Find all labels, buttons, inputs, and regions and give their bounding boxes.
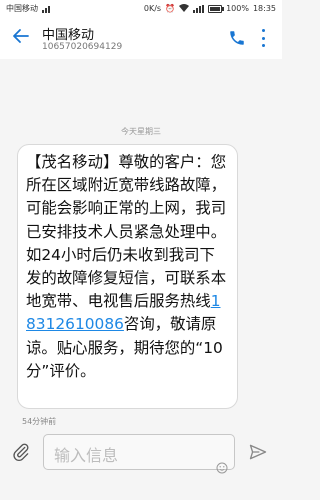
input-placeholder-wrap: 输入信息 <box>54 442 118 466</box>
wifi-icon <box>179 3 190 14</box>
send-icon <box>249 444 267 460</box>
phone-icon <box>230 31 244 45</box>
alarm-icon: ⏰ <box>165 4 176 13</box>
emoji-button[interactable] <box>216 459 228 474</box>
date-divider: 今天星期三 <box>121 127 161 136</box>
signal-icon <box>42 5 50 13</box>
message-bubble[interactable]: 【茂名移动】尊敬的客户：您所在区域附近宽带线路故障，可能会影响正常的上网，我司已… <box>17 144 238 409</box>
compose-bar: 输入信息 <box>0 428 282 500</box>
call-button[interactable] <box>228 29 246 47</box>
send-button[interactable] <box>248 442 268 462</box>
message-input[interactable]: 输入信息 <box>43 434 235 474</box>
paperclip-icon <box>13 443 29 462</box>
more-vertical-icon <box>261 29 265 32</box>
battery-fill <box>210 6 221 11</box>
status-left: 中国移动 <box>6 3 50 14</box>
message-time: 54分钟前 <box>22 417 57 426</box>
net-speed-label: 0K/s <box>143 4 162 13</box>
battery-percent: 100% <box>226 4 249 13</box>
status-right: 0K/s ⏰ 100% 18:35 <box>143 3 276 14</box>
back-button[interactable] <box>10 27 32 49</box>
message-text-part-1: 【茂名移动】尊敬的客户：您所在区域附近宽带线路故障，可能会影响正常的上网，我司已… <box>26 153 227 311</box>
battery-icon <box>208 4 225 13</box>
clock: 18:35 <box>252 4 276 13</box>
emoji-icon <box>216 462 228 474</box>
contact-name: 中国移动 <box>42 28 95 43</box>
status-bar: 中国移动 0K/s ⏰ 100% 18:35 <box>0 0 282 17</box>
message-input-placeholder: 输入信息 <box>54 446 119 465</box>
attach-button[interactable] <box>11 442 31 462</box>
cell-signal-icon <box>193 4 205 13</box>
carrier-label: 中国移动 <box>6 4 38 13</box>
message-text: 【茂名移动】尊敬的客户：您所在区域附近宽带线路故障，可能会影响正常的上网，我司已… <box>26 151 229 383</box>
more-options-button[interactable] <box>254 28 272 48</box>
conversation-header: 中国移动 10657020694129 <box>0 17 282 59</box>
back-arrow-icon <box>13 29 29 43</box>
contact-number: 10657020694129 <box>42 42 123 52</box>
